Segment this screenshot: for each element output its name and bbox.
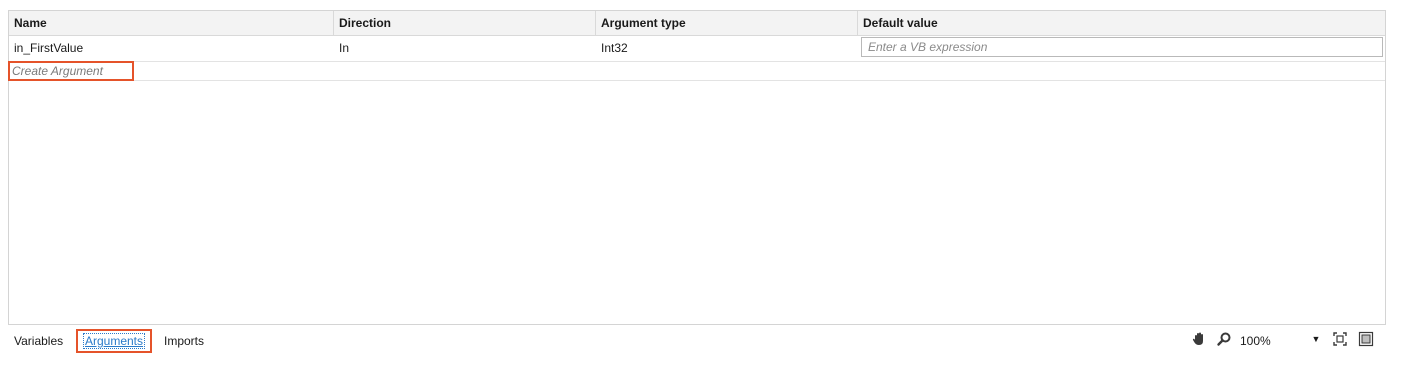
hand-icon[interactable] [1190,331,1208,349]
arguments-panel: Name Direction Argument type Default val… [8,10,1386,325]
create-argument-row: Create Argument [8,61,1385,81]
designer-bottom-bar: Variables Arguments Imports 100% ▼ [8,325,1386,355]
column-header-name[interactable]: Name [9,11,334,35]
table-row[interactable]: in_FirstValue In Int32 Enter a VB expres… [9,35,1385,62]
tab-variables[interactable]: Variables [14,333,63,349]
overview-icon[interactable] [1358,331,1376,349]
argument-name-cell[interactable]: in_FirstValue [9,35,334,61]
tab-imports[interactable]: Imports [164,333,204,349]
zoom-level[interactable]: 100% [1240,333,1271,349]
column-header-default-value[interactable]: Default value [858,11,1387,35]
grid-header: Name Direction Argument type Default val… [9,11,1385,36]
argument-type-cell[interactable]: Int32 [596,35,858,61]
argument-direction-cell[interactable]: In [334,35,596,61]
create-argument-field[interactable]: Create Argument [8,61,134,81]
column-header-argument-type[interactable]: Argument type [596,11,858,35]
fit-to-screen-icon[interactable] [1332,331,1350,349]
tab-arguments-label: Arguments [82,333,146,349]
column-header-direction[interactable]: Direction [334,11,596,35]
tab-arguments[interactable]: Arguments [76,329,152,353]
chevron-down-icon[interactable]: ▼ [1310,333,1322,345]
default-value-input[interactable]: Enter a VB expression [861,37,1383,57]
magnifier-icon[interactable] [1216,331,1234,349]
